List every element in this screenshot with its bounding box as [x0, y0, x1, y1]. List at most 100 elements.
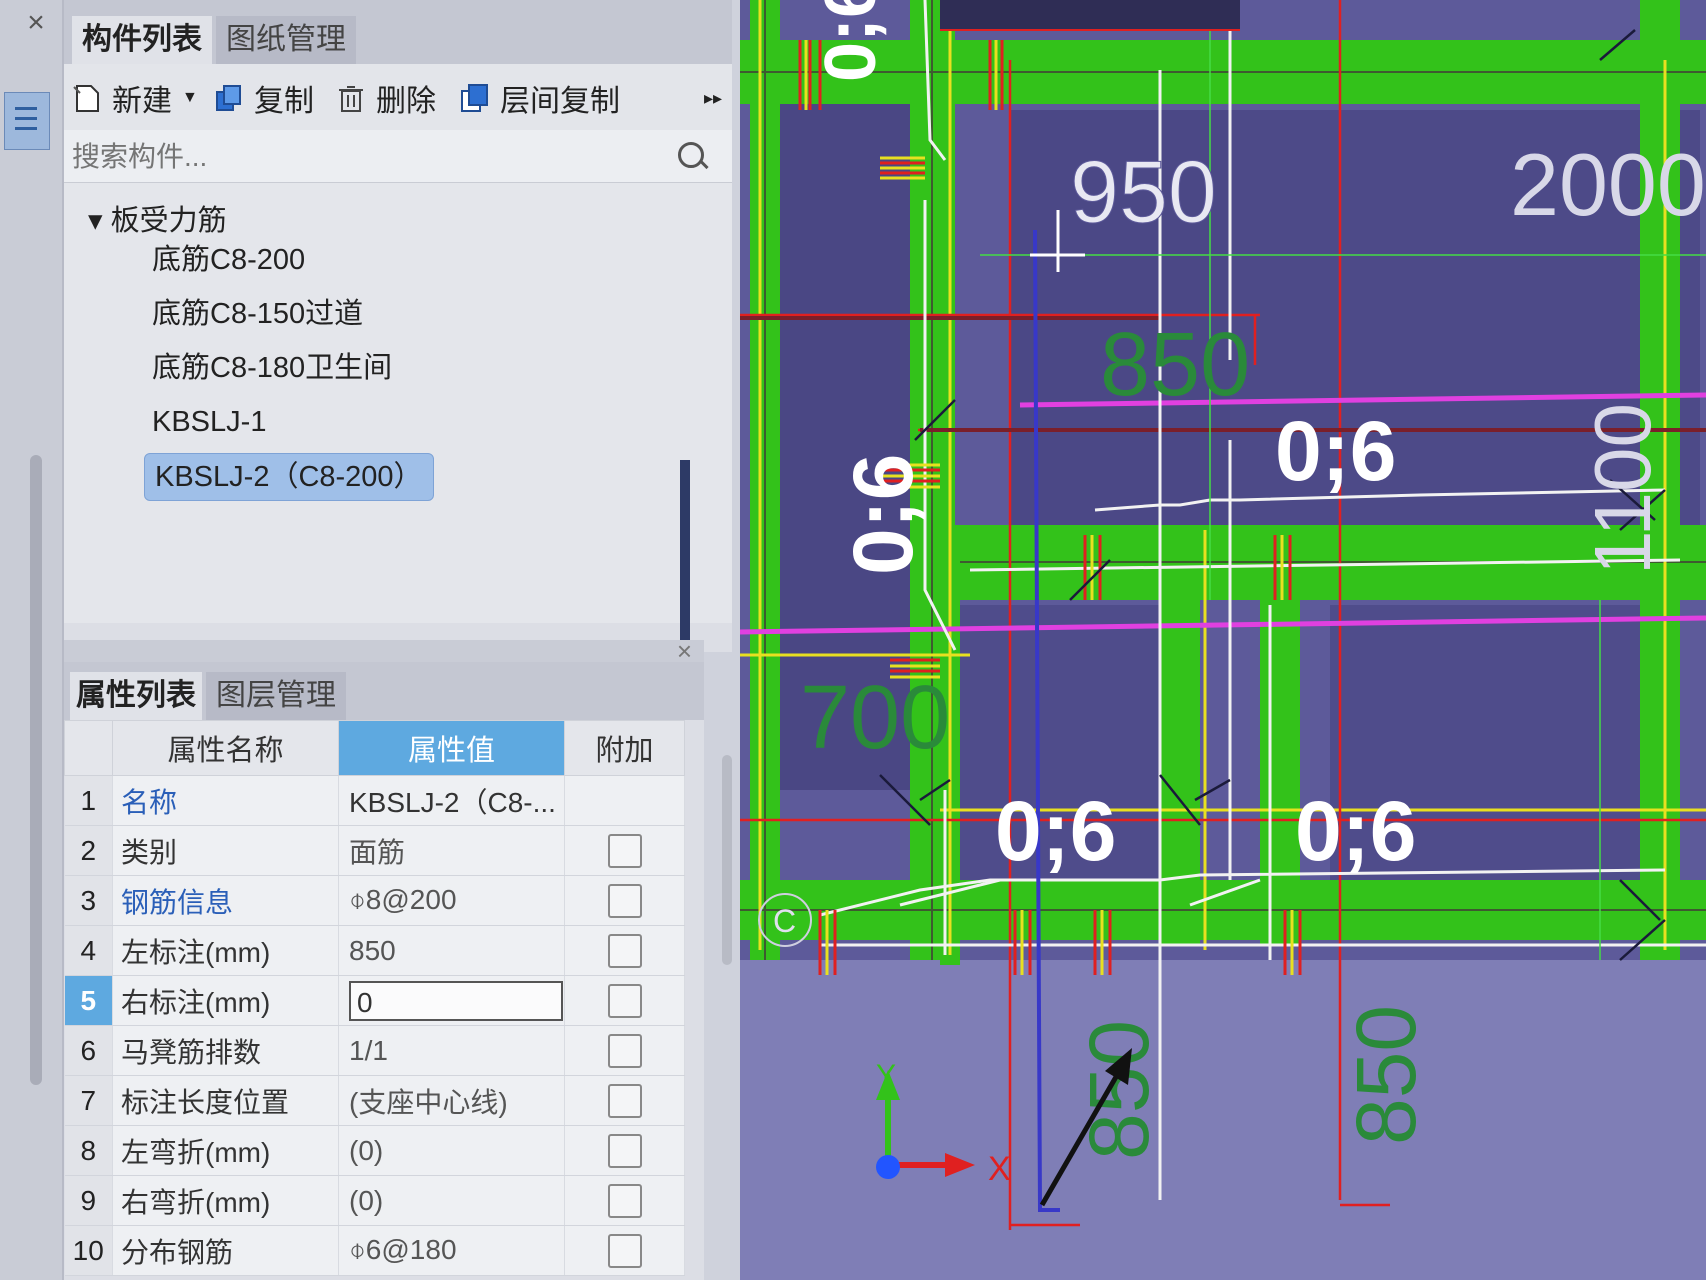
- cad-drawing: 950 2000 850 700 0;6 0;6 0;6 1100 0;6 0;…: [740, 0, 1706, 1280]
- column-header-value[interactable]: 属性值: [338, 720, 565, 776]
- floor-copy-button[interactable]: 层间复制: [460, 76, 620, 120]
- table-row[interactable]: 5 右标注(mm) 0: [64, 975, 685, 1026]
- extra-checkbox[interactable]: [607, 1183, 642, 1218]
- row-number[interactable]: 5: [64, 975, 113, 1026]
- row-number-header: [64, 720, 113, 776]
- top-dark-band: [940, 0, 1240, 30]
- extra-cell: [564, 975, 685, 1026]
- table-row[interactable]: 2 类别 面筋: [64, 825, 685, 876]
- dim-700: 700: [800, 668, 950, 768]
- extra-checkbox[interactable]: [607, 883, 642, 918]
- row-number[interactable]: 4: [64, 925, 113, 976]
- search-input[interactable]: [70, 138, 674, 176]
- extra-checkbox[interactable]: [607, 1083, 642, 1118]
- extra-cell: [564, 1125, 685, 1176]
- table-row[interactable]: 3 钢筋信息 ⌽8@200: [64, 875, 685, 926]
- floor-copy-icon: [460, 83, 490, 113]
- row-number[interactable]: 9: [64, 1175, 113, 1226]
- properties-scrollbar[interactable]: [722, 755, 732, 965]
- property-value[interactable]: 850: [338, 925, 565, 976]
- extra-checkbox[interactable]: [607, 1033, 642, 1068]
- row-number[interactable]: 7: [64, 1075, 113, 1126]
- dim-950: 950: [1070, 142, 1217, 241]
- extra-checkbox[interactable]: [607, 1133, 642, 1168]
- extra-checkbox[interactable]: [607, 833, 642, 868]
- property-name: 右标注(mm): [112, 975, 339, 1026]
- delete-button[interactable]: 删除: [336, 76, 436, 120]
- property-value[interactable]: KBSLJ-2（C8-...: [338, 775, 565, 826]
- property-value[interactable]: 1/1: [338, 1025, 565, 1076]
- slab-region: [740, 960, 1706, 1280]
- tab-layer-management[interactable]: 图层管理: [206, 672, 346, 720]
- new-button[interactable]: 新建 ▼: [72, 76, 198, 120]
- extra-checkbox[interactable]: [607, 933, 642, 968]
- column-header-extra[interactable]: 附加: [564, 720, 685, 776]
- row-number[interactable]: 8: [64, 1125, 113, 1176]
- table-row[interactable]: 1 名称 KBSLJ-2（C8-...: [64, 775, 685, 826]
- table-row[interactable]: 10 分布钢筋 ⌽6@180: [64, 1225, 685, 1276]
- table-row[interactable]: 9 右弯折(mm) (0): [64, 1175, 685, 1226]
- panel-toggle-icon[interactable]: [4, 92, 50, 150]
- tree-item-selected[interactable]: KBSLJ-2（C8-200）: [144, 453, 434, 501]
- tab-property-list[interactable]: 属性列表: [70, 672, 202, 720]
- row-number[interactable]: 2: [64, 825, 113, 876]
- table-row[interactable]: 8 左弯折(mm) (0): [64, 1125, 685, 1176]
- column-header-name[interactable]: 属性名称: [112, 720, 339, 776]
- property-value[interactable]: (0): [338, 1175, 565, 1226]
- property-name: 标注长度位置: [112, 1075, 339, 1126]
- component-tabbar: 构件列表 图纸管理: [64, 0, 732, 64]
- table-row[interactable]: 6 马凳筋排数 1/1: [64, 1025, 685, 1076]
- close-icon[interactable]: ×: [14, 6, 58, 40]
- properties-panel: × 属性列表 图层管理 属性名称 属性值 附加 1 名称 KBSLJ-2（C8-..…: [62, 636, 704, 1280]
- row-number[interactable]: 3: [64, 875, 113, 926]
- ucs-x-label: X: [988, 1150, 1011, 1188]
- property-value[interactable]: (0): [338, 1125, 565, 1176]
- table-row[interactable]: 7 标注长度位置 (支座中心线): [64, 1075, 685, 1126]
- property-value[interactable]: ⌽6@180: [338, 1225, 565, 1276]
- extra-cell: [564, 825, 685, 876]
- properties-table: 属性名称 属性值 附加 1 名称 KBSLJ-2（C8-... 2 类别 面筋 3 钢筋信息 ⌽…: [64, 720, 685, 1276]
- extra-cell: [564, 1075, 685, 1126]
- extra-checkbox[interactable]: [607, 983, 642, 1018]
- search-icon[interactable]: [678, 142, 704, 168]
- tree-item[interactable]: 底筋C8-150过道: [152, 291, 363, 337]
- delete-label: 删除: [376, 85, 436, 118]
- tree-item[interactable]: KBSLJ-1: [152, 399, 266, 445]
- table-row[interactable]: 4 左标注(mm) 850: [64, 925, 685, 976]
- extra-cell: [564, 775, 685, 826]
- property-name: 钢筋信息: [112, 875, 339, 926]
- properties-tabbar: 属性列表 图层管理: [64, 662, 704, 720]
- vertical-scrollbar[interactable]: [30, 455, 42, 1085]
- tree-item[interactable]: 底筋C8-200: [152, 237, 305, 283]
- tree-group-slab-rebar[interactable]: ▾ 板受力筋: [88, 197, 227, 239]
- property-value[interactable]: ⌽8@200: [338, 875, 565, 926]
- ratio-left-top: 0;6: [811, 0, 891, 82]
- row-number[interactable]: 1: [64, 775, 113, 826]
- ratio-center: 0;6: [1275, 404, 1396, 498]
- extra-cell: [564, 875, 685, 926]
- ucs-y-label: Y: [876, 1059, 896, 1092]
- property-name: 左弯折(mm): [112, 1125, 339, 1176]
- tab-component-list[interactable]: 构件列表: [72, 16, 212, 64]
- ratio-left-vertical: 0;6: [836, 454, 930, 575]
- extra-checkbox[interactable]: [607, 1233, 642, 1268]
- extra-cell: [564, 925, 685, 976]
- property-value[interactable]: 0: [338, 975, 565, 1026]
- component-toolbar: 新建 ▼ 复制 删除 层间复制 ▸▸: [64, 64, 732, 131]
- chevron-down-icon[interactable]: ▼: [182, 89, 198, 107]
- property-name: 名称: [112, 775, 339, 826]
- property-value[interactable]: 面筋: [338, 825, 565, 876]
- row-number[interactable]: 6: [64, 1025, 113, 1076]
- cad-drawing-canvas[interactable]: 950 2000 850 700 0;6 0;6 0;6 1100 0;6 0;…: [740, 0, 1706, 1280]
- tree-item[interactable]: 底筋C8-180卫生间: [152, 345, 392, 391]
- tab-drawing-management[interactable]: 图纸管理: [216, 16, 356, 64]
- property-name: 马凳筋排数: [112, 1025, 339, 1076]
- copy-button[interactable]: 复制: [214, 76, 314, 120]
- ratio-bottom-right: 0;6: [1295, 784, 1416, 878]
- property-value-input[interactable]: 0: [349, 980, 563, 1021]
- property-value[interactable]: (支座中心线): [338, 1075, 565, 1126]
- toolbar-overflow-button[interactable]: ▸▸: [704, 76, 722, 120]
- row-number[interactable]: 10: [64, 1225, 113, 1276]
- left-dock-strip: ×: [0, 0, 63, 1280]
- search-bar: [64, 130, 732, 183]
